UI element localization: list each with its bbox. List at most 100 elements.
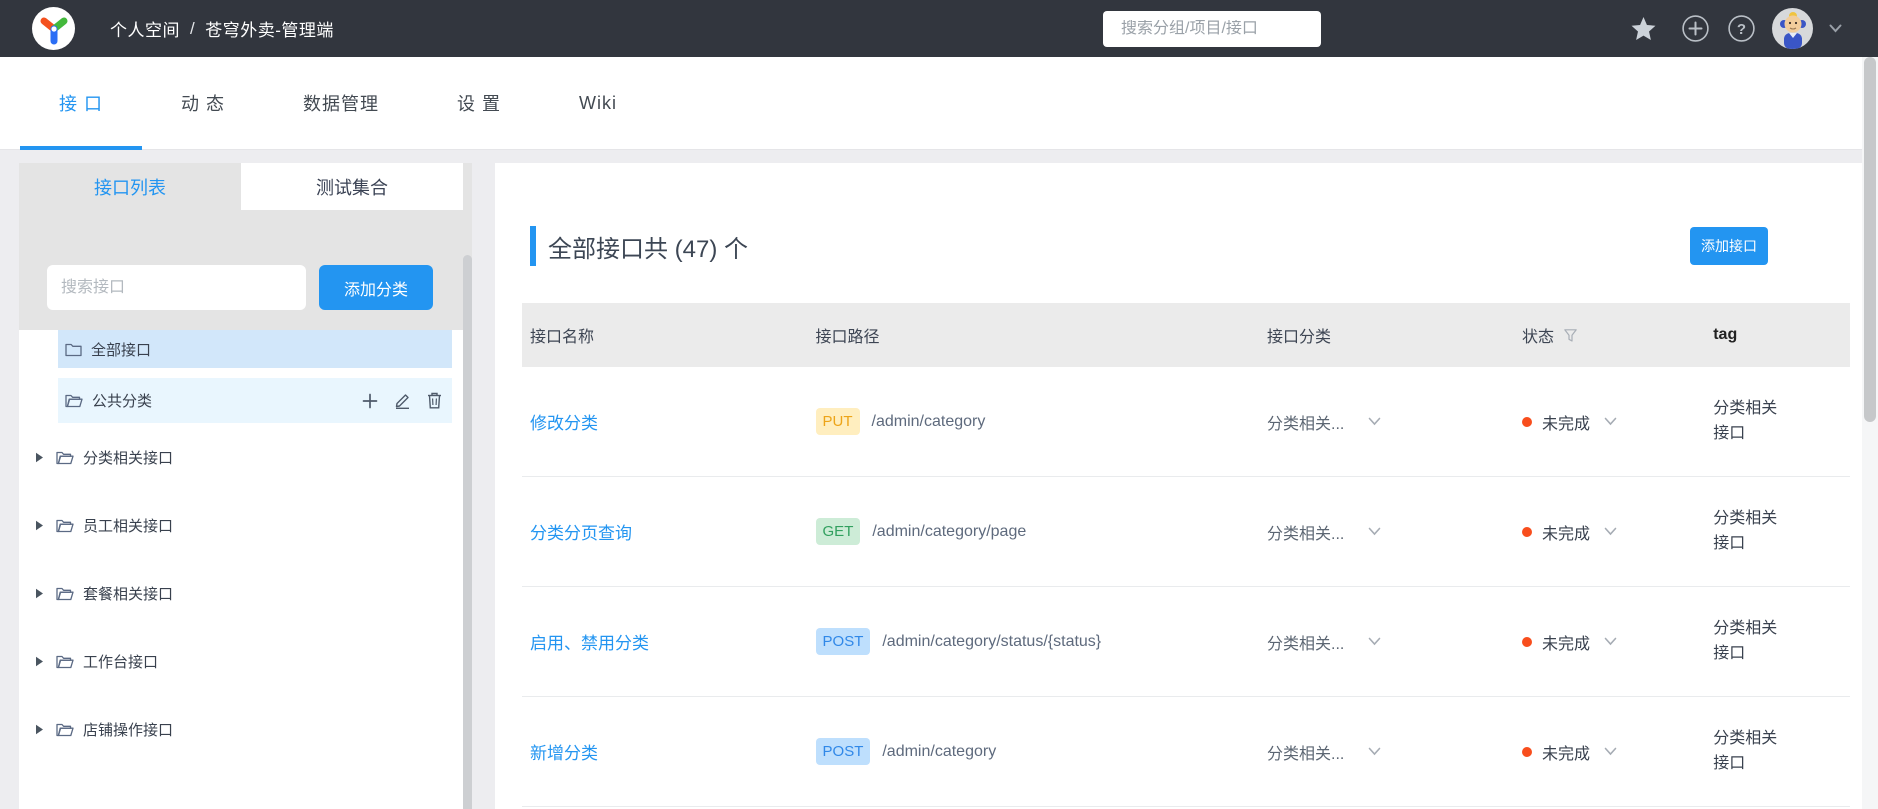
interface-category-cell: 分类相关... xyxy=(1259,630,1514,654)
edit-pencil-icon[interactable] xyxy=(394,392,411,409)
trash-icon[interactable] xyxy=(427,392,442,409)
breadcrumb: 个人空间 / 苍穹外卖-管理端 xyxy=(110,0,334,57)
tree-branch-item[interactable]: 工作台接口 xyxy=(19,641,472,681)
folder-icon xyxy=(65,342,82,357)
status-dot-icon xyxy=(1522,746,1532,757)
tree-branch-label: 店铺操作接口 xyxy=(83,721,174,739)
breadcrumb-project[interactable]: 苍穹外卖-管理端 xyxy=(205,16,334,41)
chevron-down-icon[interactable] xyxy=(1368,527,1381,536)
nav-tab[interactable]: Wiki xyxy=(540,57,656,149)
tree-branches: 分类相关接口 员工相关接口 套餐相关接口 工作台接口 店铺操作接口 xyxy=(19,437,472,749)
tree-branch-item[interactable]: 分类相关接口 xyxy=(19,437,472,477)
column-header-path[interactable]: 接口路径 xyxy=(808,323,1260,347)
chevron-down-icon[interactable] xyxy=(1368,417,1381,426)
tree-item-label: 全部接口 xyxy=(91,341,152,359)
interface-status-cell: 未完成 xyxy=(1514,740,1705,764)
tag-value: 分类相关接口 xyxy=(1713,399,1778,442)
yapi-logo-glyph xyxy=(40,17,67,44)
category-value: 分类相关... xyxy=(1267,745,1345,763)
plus-icon[interactable] xyxy=(362,393,378,409)
nav-tab[interactable]: 接 口 xyxy=(20,57,143,150)
chevron-down-icon[interactable] xyxy=(1368,637,1381,646)
breadcrumb-workspace[interactable]: 个人空间 xyxy=(110,16,180,41)
category-value: 分类相关... xyxy=(1267,635,1345,653)
interface-table-row: 新增分类 POST /admin/category 分类相关... 未完成 分类… xyxy=(522,697,1850,807)
status-value: 未完成 xyxy=(1542,525,1591,543)
interface-table-row: 分类分页查询 GET /admin/category/page 分类相关... xyxy=(522,477,1850,587)
chevron-down-icon[interactable] xyxy=(1604,417,1617,426)
column-header-status[interactable]: 状态 xyxy=(1514,323,1705,347)
interface-path-cell: GET /admin/category/page xyxy=(808,518,1260,545)
chevron-down-icon[interactable] xyxy=(1604,747,1617,756)
folder-open-icon xyxy=(56,654,74,669)
interface-status-cell: 未完成 xyxy=(1514,520,1705,544)
sidebar-header: 接口列表 测试集合 添加分类 xyxy=(19,163,472,330)
status-value: 未完成 xyxy=(1542,635,1591,653)
nav-tab[interactable]: 数据管理 xyxy=(264,57,418,149)
tree-branch-label: 分类相关接口 xyxy=(83,449,174,467)
status-header-label: 状态 xyxy=(1522,329,1555,346)
interface-table-row: 修改分类 PUT /admin/category 分类相关... 未完成 分类相… xyxy=(522,367,1850,477)
tree-branch-item[interactable]: 店铺操作接口 xyxy=(19,709,472,749)
interface-category-cell: 分类相关... xyxy=(1259,520,1514,544)
interface-tree: 全部接口 公共分类 分类相关接口 员工相关接口 套餐相关接口 工作台接口 店铺操… xyxy=(19,330,472,749)
sidebar-tab-label: 接口列表 xyxy=(94,177,166,198)
global-search-input[interactable] xyxy=(1121,20,1328,38)
caret-right-icon[interactable] xyxy=(35,724,44,735)
column-header-name[interactable]: 接口名称 xyxy=(522,323,808,347)
interface-path: /admin/category/status/{status} xyxy=(882,632,1102,650)
tree-branch-label: 员工相关接口 xyxy=(83,517,174,535)
sidebar-scrollbar[interactable] xyxy=(463,255,472,809)
category-value: 分类相关... xyxy=(1267,415,1345,433)
interface-tag-cell: 分类相关接口 xyxy=(1705,617,1850,667)
interface-name-link[interactable]: 分类分页查询 xyxy=(530,524,632,543)
caret-down-icon[interactable] xyxy=(1829,24,1842,33)
add-interface-button[interactable]: 添加接口 xyxy=(1690,227,1768,265)
interface-name-link[interactable]: 启用、禁用分类 xyxy=(530,634,649,653)
interface-path: /admin/category/page xyxy=(872,522,1027,540)
interface-name-link[interactable]: 修改分类 xyxy=(530,414,598,433)
star-icon[interactable] xyxy=(1631,16,1656,41)
tree-branch-item[interactable]: 套餐相关接口 xyxy=(19,573,472,613)
chevron-down-icon[interactable] xyxy=(1604,637,1617,646)
interface-name-link[interactable]: 新增分类 xyxy=(530,744,598,763)
page-scrollbar-track[interactable] xyxy=(1862,57,1878,809)
interface-status-cell: 未完成 xyxy=(1514,410,1705,434)
interface-category-cell: 分类相关... xyxy=(1259,740,1514,764)
page-title: 全部接口共 (47) 个 xyxy=(548,235,749,263)
table-header-row: 接口名称 接口路径 接口分类 状态 tag xyxy=(522,303,1850,367)
help-circle-icon[interactable]: ? xyxy=(1728,15,1755,42)
sidebar-tab[interactable]: 接口列表 xyxy=(19,163,241,210)
sidebar-tab[interactable]: 测试集合 xyxy=(241,163,463,210)
folder-open-icon xyxy=(56,450,74,465)
add-category-button[interactable]: 添加分类 xyxy=(319,265,433,310)
nav-tab[interactable]: 动 态 xyxy=(142,57,264,149)
panel-header: 全部接口共 (47) 个 添加接口 xyxy=(522,225,1850,267)
interface-table-row: 启用、禁用分类 POST /admin/category/status/{sta… xyxy=(522,587,1850,697)
nav-tab[interactable]: 设 置 xyxy=(418,57,540,149)
tree-branch-item[interactable]: 员工相关接口 xyxy=(19,505,472,545)
chevron-down-icon[interactable] xyxy=(1604,527,1617,536)
nav-tab-label: 接 口 xyxy=(59,94,104,114)
caret-right-icon[interactable] xyxy=(35,588,44,599)
funnel-filter-icon[interactable] xyxy=(1564,328,1577,342)
tree-item-label: 公共分类 xyxy=(92,393,153,410)
nav-tab-label: 数据管理 xyxy=(303,94,380,114)
caret-right-icon[interactable] xyxy=(35,452,44,463)
table-body: 修改分类 PUT /admin/category 分类相关... 未完成 分类相… xyxy=(522,367,1850,807)
column-header-tag[interactable]: tag xyxy=(1705,326,1850,344)
yapi-logo-icon[interactable] xyxy=(32,7,75,50)
http-method-badge: GET xyxy=(815,518,861,545)
folder-open-icon xyxy=(65,393,83,408)
tree-item-common-category[interactable]: 公共分类 xyxy=(58,378,452,423)
interface-status-cell: 未完成 xyxy=(1514,630,1705,654)
chevron-down-icon[interactable] xyxy=(1368,747,1381,756)
column-header-category[interactable]: 接口分类 xyxy=(1259,323,1514,347)
caret-right-icon[interactable] xyxy=(35,520,44,531)
plus-circle-icon[interactable] xyxy=(1682,15,1709,42)
avatar[interactable] xyxy=(1772,8,1813,49)
interface-search-input[interactable] xyxy=(47,265,306,310)
tree-item-all-interfaces[interactable]: 全部接口 xyxy=(58,330,452,368)
caret-right-icon[interactable] xyxy=(35,656,44,667)
page-scrollbar-thumb[interactable] xyxy=(1864,57,1876,422)
